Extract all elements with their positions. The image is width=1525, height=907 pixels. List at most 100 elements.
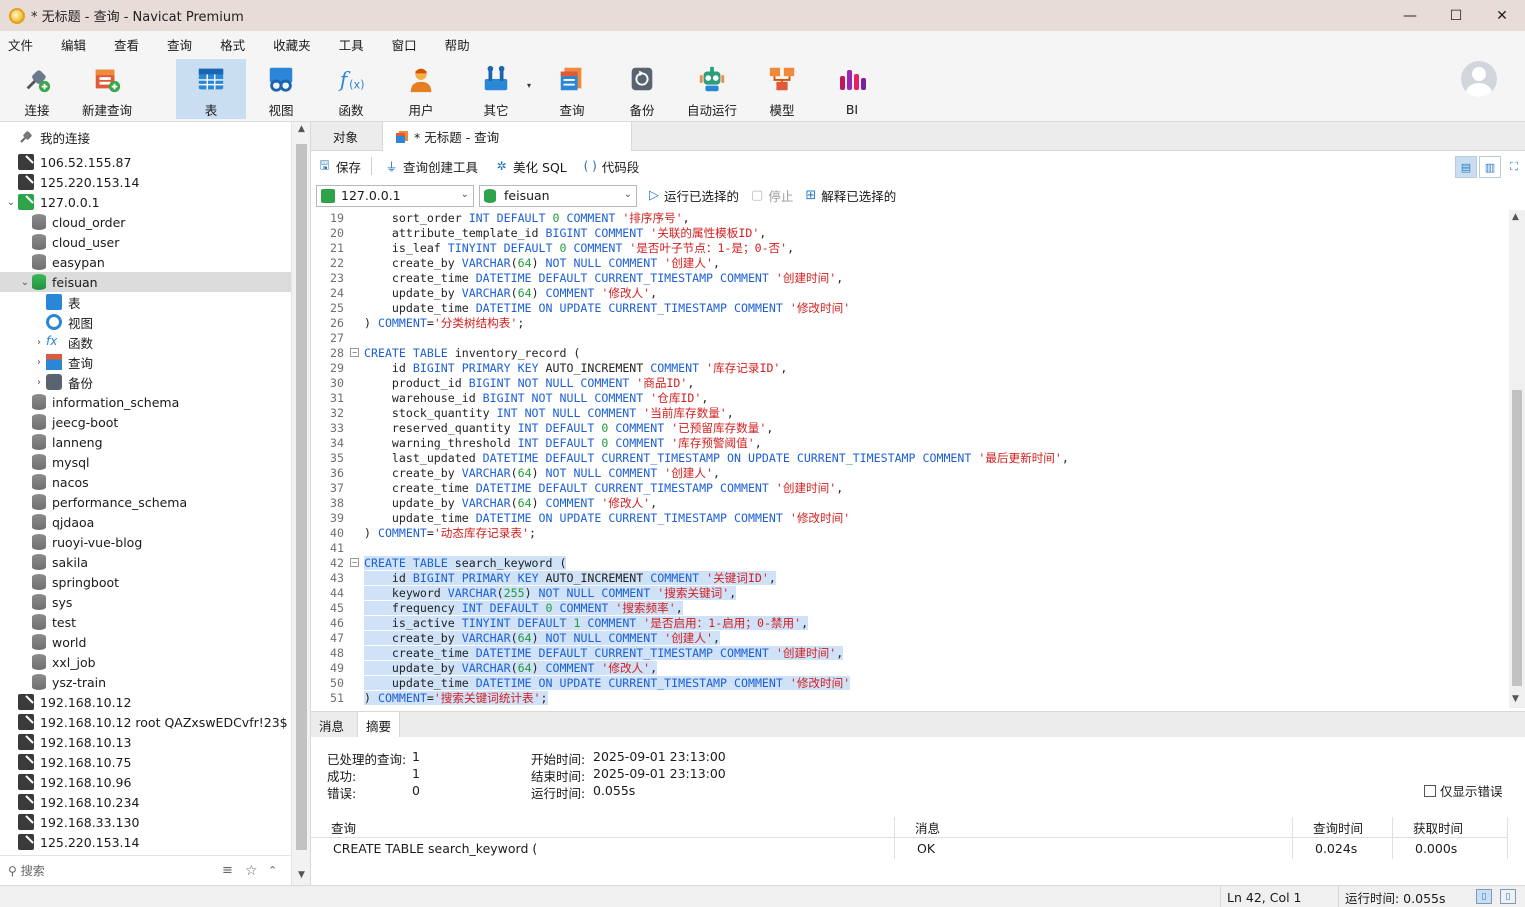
- toolbar-bi-button[interactable]: BI: [817, 59, 887, 119]
- code-line[interactable]: 45 frequency INT DEFAULT 0 COMMENT '搜索频率…: [311, 601, 1509, 616]
- tab-message[interactable]: 消息: [311, 712, 352, 738]
- code-line[interactable]: 22 create_by VARCHAR(64) NOT NULL COMMEN…: [311, 256, 1509, 271]
- code-line[interactable]: 40) COMMENT='动态库存记录表';: [311, 526, 1509, 541]
- sidebar-item[interactable]: 192.168.10.13: [0, 732, 291, 752]
- collapse-icon[interactable]: ⌃: [268, 864, 277, 877]
- code-line[interactable]: 49 update_by VARCHAR(64) COMMENT '修改人',: [311, 661, 1509, 676]
- code-line[interactable]: 26) COMMENT='分类树结构表';: [311, 316, 1509, 331]
- sidebar-item[interactable]: ruoyi-vue-blog: [0, 532, 291, 552]
- user-avatar[interactable]: [1461, 61, 1497, 97]
- sidebar-item[interactable]: lanneng: [0, 432, 291, 452]
- toolbar-other-button[interactable]: 其它: [461, 59, 531, 119]
- sidebar-item[interactable]: easypan: [0, 252, 291, 272]
- sidebar-item[interactable]: mysql: [0, 452, 291, 472]
- stop-button[interactable]: ▢ 停止: [751, 186, 793, 205]
- table-cell-fetch-time[interactable]: 0.000s: [1393, 837, 1508, 859]
- sidebar-scrollbar[interactable]: ▲ ▼: [291, 122, 310, 885]
- code-line[interactable]: 30 product_id BIGINT NOT NULL COMMENT '商…: [311, 376, 1509, 391]
- filter-icon[interactable]: ≡: [222, 863, 233, 878]
- toolbar-table-button[interactable]: 表: [176, 59, 246, 119]
- sidebar-item[interactable]: › fx 函数: [0, 332, 291, 352]
- code-line[interactable]: 29 id BIGINT PRIMARY KEY AUTO_INCREMENT …: [311, 361, 1509, 376]
- split-vertical-icon[interactable]: ▥: [1479, 156, 1501, 178]
- menu-help[interactable]: 帮助: [437, 35, 482, 54]
- toolbar-new-query-button[interactable]: 新建查询: [72, 59, 142, 119]
- beautify-sql-button[interactable]: ✲ 美化 SQL: [494, 157, 567, 176]
- sidebar-item[interactable]: 192.168.33.130: [0, 812, 291, 832]
- code-line[interactable]: 38 update_by VARCHAR(64) COMMENT '修改人',: [311, 496, 1509, 511]
- code-line[interactable]: 36 create_by VARCHAR(64) NOT NULL COMMEN…: [311, 466, 1509, 481]
- scroll-up-icon[interactable]: ▲: [292, 124, 311, 134]
- code-line[interactable]: 50 update_time DATETIME ON UPDATE CURREN…: [311, 676, 1509, 691]
- code-line[interactable]: 19 sort_order INT DEFAULT 0 COMMENT '排序序…: [311, 211, 1509, 226]
- code-line[interactable]: 44 keyword VARCHAR(255) NOT NULL COMMENT…: [311, 586, 1509, 601]
- tab-query[interactable]: * 无标题 - 查询: [382, 122, 632, 151]
- sidebar-item[interactable]: 125.220.153.14: [0, 172, 291, 192]
- toolbar-automation-button[interactable]: 自动运行: [677, 59, 747, 119]
- star-icon[interactable]: ☆: [245, 863, 258, 879]
- chevron-down-icon[interactable]: ⌄: [18, 277, 32, 288]
- other-dropdown-icon[interactable]: ▾: [527, 81, 531, 90]
- sidebar-item[interactable]: sakila: [0, 552, 291, 572]
- sql-editor[interactable]: 19 sort_order INT DEFAULT 0 COMMENT '排序序…: [311, 210, 1509, 708]
- code-line[interactable]: 51) COMMENT='搜索关键词统计表';: [311, 691, 1509, 706]
- code-line[interactable]: 31 warehouse_id BIGINT NOT NULL COMMENT …: [311, 391, 1509, 406]
- chevron-down-icon[interactable]: ⌄: [4, 197, 18, 208]
- sidebar-item[interactable]: ⌄ feisuan: [0, 272, 291, 292]
- sidebar-item[interactable]: information_schema: [0, 392, 291, 412]
- scroll-up-icon[interactable]: ▲: [1512, 212, 1519, 222]
- menu-format[interactable]: 格式: [212, 35, 257, 54]
- code-line[interactable]: 46 is_active TINYINT DEFAULT 1 COMMENT '…: [311, 616, 1509, 631]
- toolbar-user-button[interactable]: 用户: [386, 59, 456, 119]
- code-line[interactable]: 34 warning_threshold INT DEFAULT 0 COMME…: [311, 436, 1509, 451]
- code-line[interactable]: 25 update_time DATETIME ON UPDATE CURREN…: [311, 301, 1509, 316]
- sidebar-item[interactable]: › 查询: [0, 352, 291, 372]
- table-cell-message[interactable]: OK: [895, 837, 1293, 859]
- sidebar-item[interactable]: test: [0, 612, 291, 632]
- code-line[interactable]: 37 create_time DATETIME DEFAULT CURRENT_…: [311, 481, 1509, 496]
- layout-form-icon[interactable]: ▯: [1476, 889, 1492, 904]
- only-errors-checkbox[interactable]: 仅显示错误: [1424, 781, 1503, 800]
- toolbar-function-button[interactable]: f (x) 函数: [316, 59, 386, 119]
- sidebar-item[interactable]: world: [0, 632, 291, 652]
- menu-view[interactable]: 查看: [106, 35, 151, 54]
- chevron-right-icon[interactable]: ›: [32, 377, 46, 388]
- sidebar-item[interactable]: performance_schema: [0, 492, 291, 512]
- sidebar-item[interactable]: 192.168.10.12: [0, 692, 291, 712]
- sidebar-item[interactable]: 192.168.10.234: [0, 792, 291, 812]
- code-line[interactable]: 21 is_leaf TINYINT DEFAULT 0 COMMENT '是否…: [311, 241, 1509, 256]
- menu-edit[interactable]: 编辑: [53, 35, 98, 54]
- code-line[interactable]: 48 create_time DATETIME DEFAULT CURRENT_…: [311, 646, 1509, 661]
- explain-selected-button[interactable]: ⊞ 解释已选择的: [805, 186, 896, 205]
- sidebar-item[interactable]: 视图: [0, 312, 291, 332]
- column-header-query[interactable]: 查询: [311, 817, 895, 837]
- editor-scroll-thumb[interactable]: [1512, 390, 1522, 686]
- checkbox-box[interactable]: [1424, 784, 1436, 797]
- column-header-query-time[interactable]: 查询时间: [1293, 817, 1393, 837]
- toolbar-query-button[interactable]: 查询: [537, 59, 607, 119]
- layout-grid-icon[interactable]: ▯: [1500, 889, 1516, 904]
- connection-select[interactable]: 127.0.0.1 ⌄: [316, 184, 474, 207]
- menu-tools[interactable]: 工具: [331, 35, 376, 54]
- sidebar-search-bar[interactable]: ⚲ 搜索 ≡ ☆ ⌃: [0, 855, 291, 885]
- close-button[interactable]: ✕: [1479, 0, 1525, 31]
- code-line[interactable]: 33 reserved_quantity INT DEFAULT 0 COMME…: [311, 421, 1509, 436]
- toolbar-backup-button[interactable]: 备份: [607, 59, 677, 119]
- sidebar-search-input[interactable]: 搜索: [21, 862, 45, 879]
- editor-scrollbar[interactable]: ▲ ▼: [1509, 210, 1525, 708]
- code-line[interactable]: 27: [311, 331, 1509, 346]
- code-line[interactable]: 28− CREATE TABLE inventory_record (: [311, 346, 1509, 361]
- code-line[interactable]: 23 create_time DATETIME DEFAULT CURRENT_…: [311, 271, 1509, 286]
- sidebar-item[interactable]: nacos: [0, 472, 291, 492]
- sidebar-item[interactable]: cloud_order: [0, 212, 291, 232]
- table-cell-query-time[interactable]: 0.024s: [1293, 837, 1393, 859]
- code-line[interactable]: 41: [311, 541, 1509, 556]
- menu-window[interactable]: 窗口: [384, 35, 429, 54]
- split-horizontal-icon[interactable]: ▤: [1455, 156, 1477, 178]
- sidebar-item[interactable]: 192.168.10.96: [0, 772, 291, 792]
- chevron-right-icon[interactable]: ›: [32, 337, 46, 348]
- scroll-down-icon[interactable]: ▼: [1512, 694, 1519, 704]
- code-line[interactable]: 39 update_time DATETIME ON UPDATE CURREN…: [311, 511, 1509, 526]
- column-header-message[interactable]: 消息: [895, 817, 1293, 837]
- sidebar-item[interactable]: xxl_job: [0, 652, 291, 672]
